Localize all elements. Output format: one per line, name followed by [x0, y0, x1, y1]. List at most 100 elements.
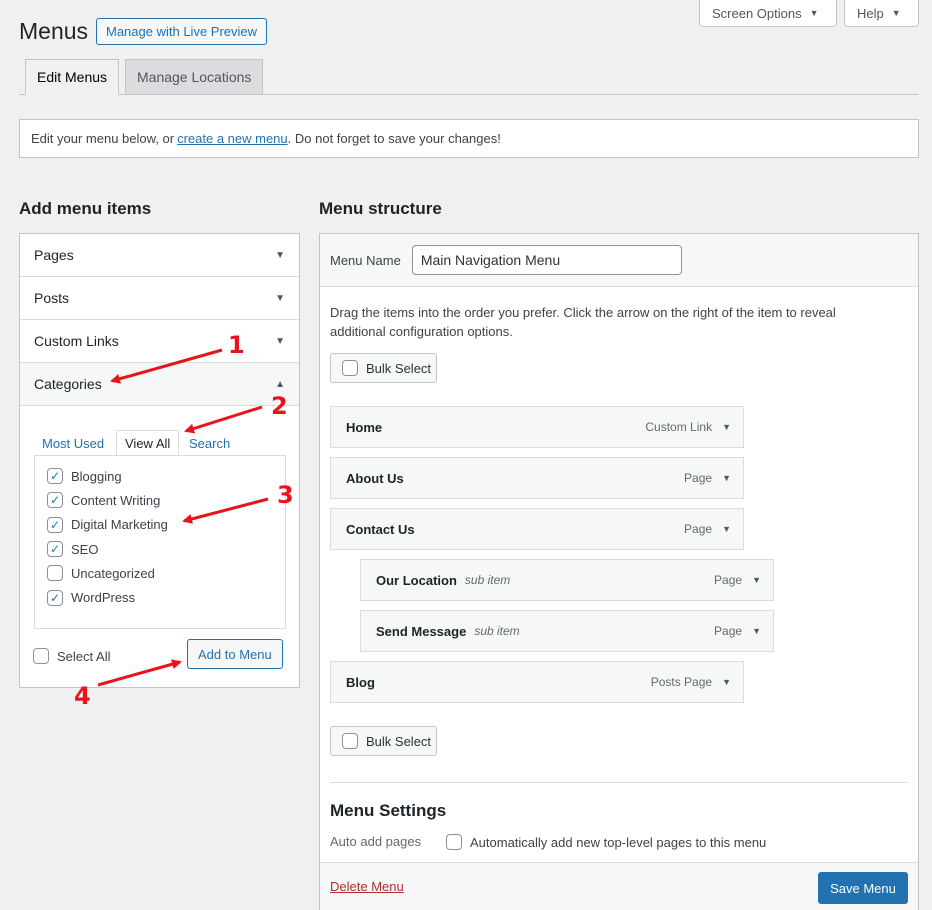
list-item: Uncategorized: [47, 561, 273, 585]
tab-most-used[interactable]: Most Used: [34, 430, 112, 456]
annotation-number-4: 4: [74, 682, 91, 710]
auto-add-checkbox[interactable]: [446, 834, 462, 850]
category-checkbox[interactable]: ✓: [47, 516, 63, 533]
bulk-select-button-bottom[interactable]: Bulk Select: [330, 726, 437, 756]
delete-menu-link[interactable]: Delete Menu: [330, 879, 404, 894]
menu-footer: Delete Menu Save Menu: [320, 862, 918, 910]
menu-item-title: About Us: [346, 470, 404, 486]
select-all: Select All: [33, 648, 110, 664]
arrow-down-icon[interactable]: ▼: [722, 422, 731, 432]
select-all-checkbox[interactable]: [33, 648, 49, 664]
category-label: Uncategorized: [71, 565, 155, 581]
menu-name-input[interactable]: Main Navigation Menu: [411, 245, 682, 275]
auto-add-label: Auto add pages: [330, 834, 422, 849]
accordion-label: Posts: [34, 290, 70, 306]
category-label: Digital Marketing: [71, 517, 168, 533]
save-menu-button[interactable]: Save Menu: [818, 872, 908, 904]
menu-item-send-message[interactable]: Send Message sub item Page ▼: [360, 610, 774, 652]
arrow-down-icon[interactable]: ▼: [752, 626, 761, 636]
category-checkbox[interactable]: ✓: [47, 541, 63, 558]
help-label: Help: [857, 5, 884, 21]
list-item: ✓ WordPress: [47, 585, 273, 609]
accordion-pages[interactable]: Pages ▼: [20, 234, 299, 277]
menu-name-bar: Menu Name Main Navigation Menu: [320, 234, 918, 287]
menu-item-about[interactable]: About Us Page ▼: [330, 457, 744, 499]
nav-tabs: Edit Menus Manage Locations: [19, 59, 918, 95]
accordion-label: Pages: [34, 247, 74, 263]
arrow-up-icon: ▲: [275, 378, 285, 390]
category-list: ✓ Blogging ✓ Content Writing ✓ Digital M…: [34, 455, 286, 629]
screen-options-label: Screen Options: [712, 5, 802, 21]
category-label: Content Writing: [71, 492, 161, 508]
menu-item-title: Home: [346, 419, 383, 435]
menu-settings-heading: Menu Settings: [330, 801, 447, 820]
category-tabs: Most Used View All Search: [34, 430, 286, 456]
menu-item-our-location[interactable]: Our Location sub item Page ▼: [360, 559, 774, 601]
notice-bar: Edit your menu below, or create a new me…: [19, 119, 919, 158]
accordion-custom-links[interactable]: Custom Links ▼: [20, 320, 299, 363]
annotation-number-1: 1: [228, 331, 245, 359]
live-preview-button[interactable]: Manage with Live Preview: [96, 18, 268, 45]
menu-item-home[interactable]: Home Custom Link ▼: [330, 406, 744, 448]
page-title: Menus: [19, 18, 89, 44]
menu-item-sub-label: sub item: [464, 573, 511, 587]
menu-item-type: Posts Page: [650, 675, 713, 689]
category-label: WordPress: [71, 590, 136, 606]
category-checkbox[interactable]: [47, 565, 63, 582]
screen-options-button[interactable]: Screen Options ▼: [699, 0, 837, 27]
arrow-down-icon: ▼: [275, 335, 285, 347]
create-new-menu-link[interactable]: create a new menu: [177, 131, 288, 146]
menu-name-label: Menu Name: [330, 252, 401, 268]
add-items-heading: Add menu items: [19, 199, 152, 218]
list-item: ✓ Digital Marketing: [47, 513, 273, 537]
list-item: ✓ Blogging: [47, 464, 273, 488]
menu-item-type: Page: [684, 471, 713, 485]
menu-item-type: Page: [684, 522, 713, 536]
category-checkbox[interactable]: ✓: [47, 492, 63, 509]
category-label: Blogging: [71, 468, 122, 484]
menu-item-blog[interactable]: Blog Posts Page ▼: [330, 661, 744, 703]
add-items-panel: Pages ▼ Posts ▼ Custom Links ▼ Categorie…: [19, 233, 300, 688]
menu-structure-heading: Menu structure: [319, 199, 442, 218]
menu-item-title: Our Location: [376, 572, 457, 588]
annotation-number-3: 3: [277, 481, 294, 509]
divider: [330, 782, 908, 783]
menu-item-contact[interactable]: Contact Us Page ▼: [330, 508, 744, 550]
bulk-select-checkbox: [342, 733, 358, 749]
category-checkbox[interactable]: ✓: [47, 468, 63, 485]
auto-add-option-label: Automatically add new top-level pages to…: [470, 834, 767, 850]
menu-structure-panel: Menu Name Main Navigation Menu Drag the …: [319, 233, 919, 910]
auto-add-option: Automatically add new top-level pages to…: [446, 834, 766, 850]
caret-down-icon: ▼: [809, 8, 819, 18]
help-button[interactable]: Help ▼: [844, 0, 919, 27]
menu-item-sub-label: sub item: [474, 624, 520, 638]
annotation-number-2: 2: [271, 392, 288, 420]
category-checkbox[interactable]: ✓: [47, 589, 63, 606]
select-all-label: Select All: [57, 648, 111, 664]
accordion-posts[interactable]: Posts ▼: [20, 277, 299, 320]
arrow-down-icon[interactable]: ▼: [752, 575, 761, 585]
bulk-select-button[interactable]: Bulk Select: [330, 353, 437, 383]
accordion-label: Categories: [34, 376, 102, 392]
instructions-text: Drag the items into the order you prefer…: [330, 305, 836, 339]
menu-item-title: Send Message: [376, 623, 467, 639]
bulk-select-label: Bulk Select: [366, 733, 432, 749]
arrow-down-icon[interactable]: ▼: [722, 677, 731, 687]
bulk-select-checkbox: [342, 360, 358, 376]
list-item: ✓ SEO: [47, 537, 273, 561]
arrow-down-icon[interactable]: ▼: [722, 524, 731, 534]
tab-edit-menus[interactable]: Edit Menus: [25, 59, 120, 95]
menu-item-type: Page: [714, 624, 743, 638]
notice-text-after: . Do not forget to save your changes!: [287, 131, 501, 146]
tab-manage-locations[interactable]: Manage Locations: [125, 59, 264, 95]
menu-item-type: Page: [714, 573, 743, 587]
caret-down-icon: ▼: [891, 8, 901, 18]
category-label: SEO: [71, 541, 99, 557]
arrow-down-icon[interactable]: ▼: [722, 473, 731, 483]
tab-view-all[interactable]: View All: [116, 430, 180, 456]
list-item: ✓ Content Writing: [47, 488, 273, 512]
tab-search[interactable]: Search: [181, 430, 238, 456]
menu-item-title: Blog: [346, 674, 375, 690]
accordion-categories[interactable]: Categories ▲: [20, 363, 299, 406]
add-to-menu-button[interactable]: Add to Menu: [187, 639, 283, 669]
